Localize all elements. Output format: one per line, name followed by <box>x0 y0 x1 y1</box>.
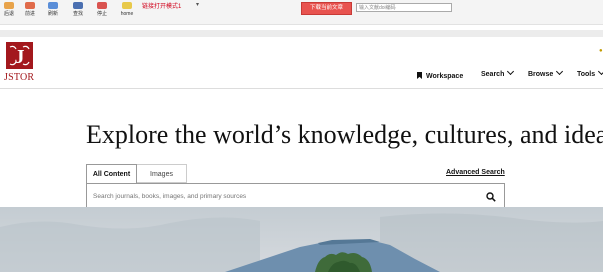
doi-input[interactable]: 输入文献doi编码 <box>356 3 452 12</box>
forward-button[interactable]: 前进 <box>19 0 41 22</box>
chevron-down-icon <box>598 67 603 76</box>
home-icon <box>122 2 132 9</box>
download-article-button[interactable]: 下载当前文章 <box>301 2 352 15</box>
tab-images[interactable]: Images <box>137 164 187 183</box>
back-icon <box>4 2 14 9</box>
search-input[interactable] <box>93 190 473 202</box>
divider-strip <box>0 30 603 37</box>
chevron-down-icon <box>507 67 515 76</box>
refresh-button[interactable]: 刷新 <box>42 0 64 22</box>
svg-text:J: J <box>15 46 25 68</box>
stop-button[interactable]: 停止 <box>91 0 113 22</box>
nav-browse[interactable]: Browse <box>528 67 564 78</box>
hero-image <box>0 207 603 272</box>
tab-all-content[interactable]: All Content <box>86 164 137 183</box>
link-mode-select[interactable]: 链接打开模式1 <box>142 1 181 10</box>
chevron-down-icon[interactable]: ▾ <box>196 1 199 8</box>
home-button[interactable]: home <box>116 0 138 22</box>
nav-tools[interactable]: Tools <box>577 67 603 78</box>
find-icon <box>73 2 83 9</box>
back-button[interactable]: 后退 <box>0 0 20 22</box>
stop-icon <box>97 2 107 9</box>
bookmark-icon <box>417 72 422 79</box>
page-title: Explore the world’s knowledge, cultures,… <box>86 120 603 149</box>
jstor-logo-icon[interactable]: J <box>6 42 33 69</box>
advanced-search-link[interactable]: Advanced Search <box>446 169 505 176</box>
site-header: J JSTOR Workspace Search Browse Tools <box>0 38 603 89</box>
nav-workspace[interactable]: Workspace <box>417 71 463 80</box>
find-button[interactable]: 查找 <box>67 0 89 22</box>
refresh-icon <box>48 2 58 9</box>
chevron-down-icon <box>556 67 564 76</box>
nav-search[interactable]: Search <box>481 67 515 78</box>
forward-icon <box>25 2 35 9</box>
search-bar <box>86 183 505 209</box>
browser-toolbar: 后退 前进 刷新 查找 停止 home 链接打开模式1 ▾ 下载当前文章 输入文… <box>0 0 603 25</box>
logo-wordmark: JSTOR <box>4 72 35 83</box>
notification-dot-icon: ● <box>599 48 603 54</box>
search-icon[interactable] <box>486 192 496 202</box>
